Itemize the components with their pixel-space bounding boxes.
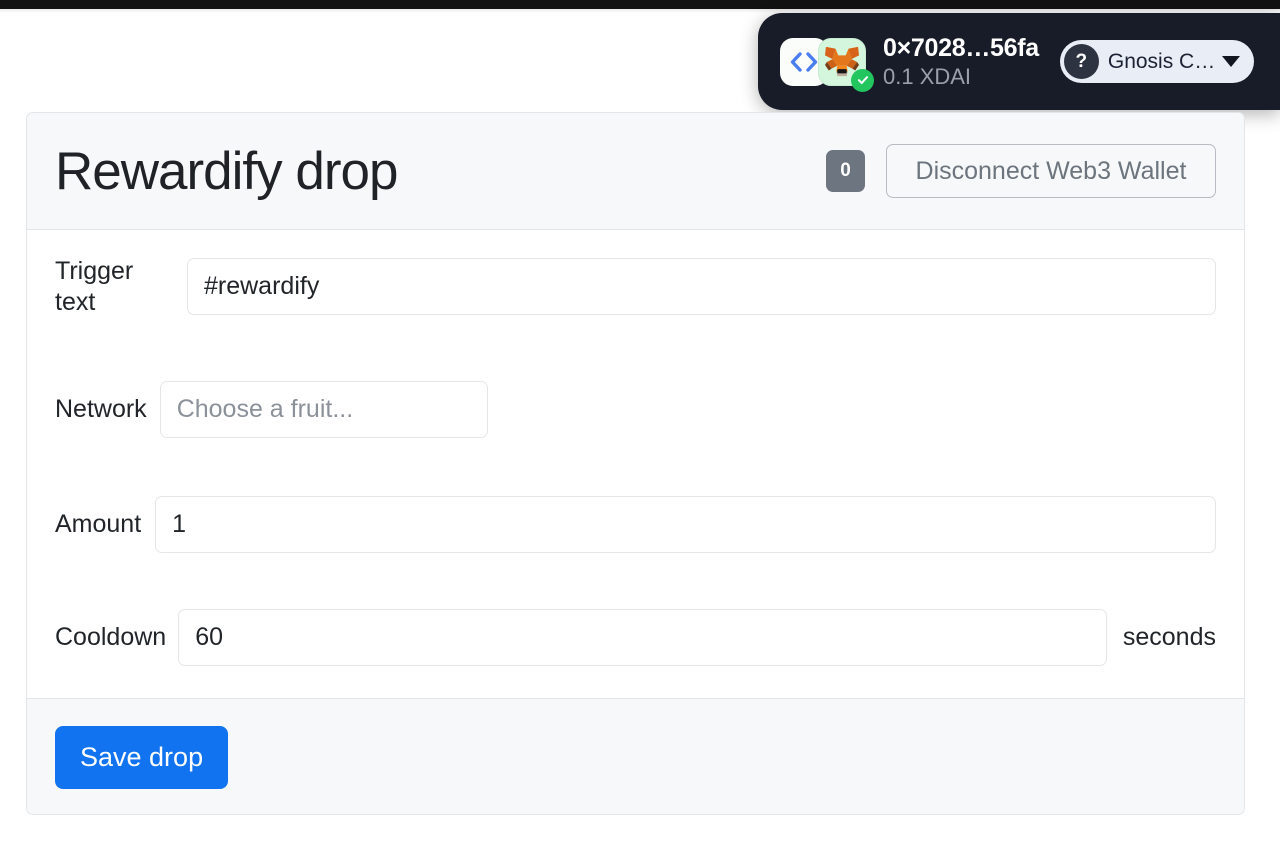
network-selector-label: Gnosis C… (1107, 49, 1216, 73)
save-drop-button[interactable]: Save drop (55, 725, 229, 789)
form-row-amount: Amount (55, 496, 1216, 553)
trigger-text-label: Trigger text (55, 257, 134, 316)
card-footer: Save drop (27, 698, 1244, 814)
connected-check-icon (851, 68, 874, 92)
web3-wallet-widget[interactable]: 0×7028…56fa 0.1 XDAI ? Gnosis C… (758, 13, 1280, 110)
card-header: Rewardify drop 0 Disconnect Web3 Wallet (27, 113, 1244, 230)
unknown-network-question-icon: ? (1063, 44, 1099, 79)
drop-settings-form: Trigger text Network Amount Cooldown sec… (27, 230, 1244, 698)
network-selector[interactable]: ? Gnosis C… (1059, 40, 1255, 83)
wallet-icon-group (780, 37, 874, 92)
trigger-text-input[interactable] (187, 258, 1216, 315)
cooldown-unit-label: seconds (1122, 623, 1216, 651)
metamask-fox-icon (818, 37, 874, 92)
rewardify-drop-card: Rewardify drop 0 Disconnect Web3 Wallet … (26, 112, 1245, 815)
wallet-info: 0×7028…56fa 0.1 XDAI (883, 34, 1039, 89)
disconnect-wallet-button[interactable]: Disconnect Web3 Wallet (886, 144, 1216, 198)
browser-top-bar (0, 0, 1280, 9)
page-title: Rewardify drop (55, 141, 398, 201)
form-row-trigger-text: Trigger text (55, 256, 1216, 317)
wallet-balance: 0.1 XDAI (883, 63, 972, 89)
network-input[interactable] (159, 381, 488, 438)
amount-input[interactable] (155, 496, 1216, 553)
network-label: Network (55, 395, 147, 424)
status-badge: 0 (826, 150, 865, 192)
cooldown-label: Cooldown (55, 623, 167, 652)
chevron-down-icon (1222, 56, 1241, 67)
cooldown-input[interactable] (178, 609, 1107, 666)
wallet-address: 0×7028…56fa (883, 34, 1039, 63)
amount-label: Amount (55, 510, 142, 539)
form-row-cooldown: Cooldown seconds (55, 609, 1216, 666)
form-row-network: Network (55, 381, 1216, 438)
